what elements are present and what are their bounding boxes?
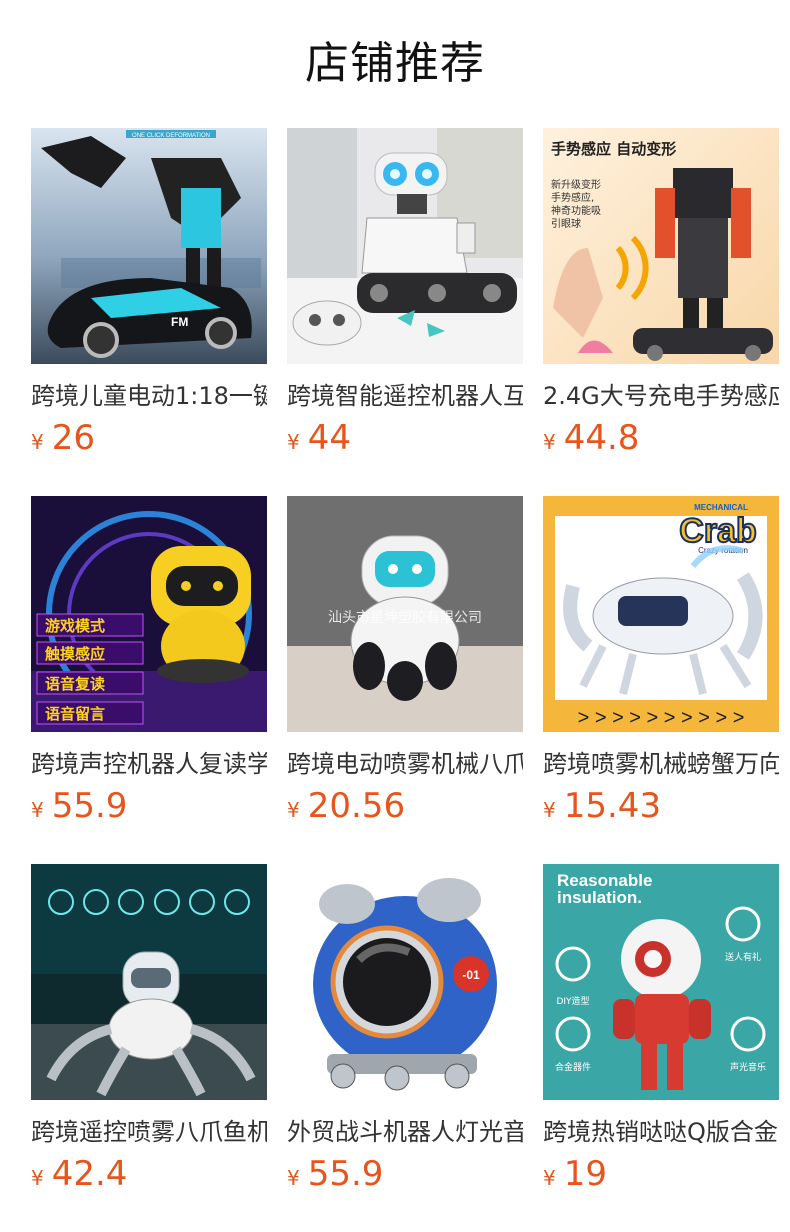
product-price: ¥19	[543, 1152, 779, 1196]
product-title[interactable]: 跨境喷雾机械螃蟹万向	[543, 746, 779, 782]
svg-text:合金器件: 合金器件	[555, 1061, 591, 1073]
price-currency: ¥	[31, 430, 44, 454]
product-image[interactable]: 手势感应 自动变形 新升级变形 手势感应, 神奇功能吸 引眼球	[543, 128, 779, 364]
price-value: 44.8	[563, 418, 640, 458]
price-currency: ¥	[287, 798, 300, 822]
price-value: 44	[307, 418, 351, 458]
svg-text:> > > > > > > > > >: > > > > > > > > > >	[578, 707, 745, 729]
price-value: 15.43	[563, 786, 662, 826]
price-value: 55.9	[51, 786, 128, 826]
product-image[interactable]: MECHANICAL Crab Crazy rotation > > > > >…	[543, 496, 779, 732]
product-title[interactable]: 跨境热销哒哒Q版合金	[543, 1114, 779, 1150]
product-price: ¥55.9	[287, 1152, 523, 1196]
gesture-robot-image: 手势感应 自动变形 新升级变形 手势感应, 神奇功能吸 引眼球	[543, 128, 779, 364]
price-value: 55.9	[307, 1154, 384, 1194]
svg-text:FM: FM	[171, 315, 188, 329]
product-price: ¥55.9	[31, 784, 267, 828]
product-title[interactable]: 跨境儿童电动1:18一键	[31, 378, 267, 414]
svg-text:神奇功能吸: 神奇功能吸	[551, 204, 601, 217]
product-card[interactable]: 游戏模式 触摸感应 语音复读 语音留言 跨境声控机器人复读学 ¥55.9	[31, 496, 267, 836]
svg-text:语音复读: 语音复读	[45, 675, 105, 693]
price-value: 20.56	[307, 786, 406, 826]
product-price: ¥20.56	[287, 784, 523, 828]
product-title[interactable]: 外贸战斗机器人灯光音	[287, 1114, 523, 1150]
svg-text:汕头市星坤塑胶有限公司: 汕头市星坤塑胶有限公司	[328, 609, 482, 626]
svg-text:ONE CLICK DEFORMATION: ONE CLICK DEFORMATION	[132, 133, 210, 139]
price-currency: ¥	[31, 1166, 44, 1190]
product-card[interactable]: 跨境遥控喷雾八爪鱼机 ¥42.4	[31, 864, 267, 1204]
svg-text:手势感应,: 手势感应,	[551, 191, 594, 204]
product-card[interactable]: 汕头市星坤塑胶有限公司 跨境电动喷雾机械八爪 ¥20.56	[287, 496, 523, 836]
transform-car-robot-image: ONE CLICK DEFORMATION FM	[31, 128, 267, 364]
svg-text:声光音乐: 声光音乐	[730, 1061, 766, 1073]
svg-text:Crab: Crab	[679, 512, 756, 550]
product-price: ¥44	[287, 416, 523, 460]
product-price: ¥26	[31, 416, 267, 460]
product-card[interactable]: MECHANICAL Crab Crazy rotation > > > > >…	[543, 496, 779, 836]
product-image[interactable]	[31, 864, 267, 1100]
svg-text:游戏模式: 游戏模式	[45, 617, 105, 635]
product-title[interactable]: 跨境智能遥控机器人互	[287, 378, 523, 414]
price-currency: ¥	[543, 798, 556, 822]
price-value: 42.4	[51, 1154, 128, 1194]
product-card[interactable]: -01 外贸战斗机器人灯光音 ¥55.9	[287, 864, 523, 1204]
svg-text:-01: -01	[462, 968, 480, 982]
price-currency: ¥	[543, 430, 556, 454]
product-image[interactable]: -01	[287, 864, 523, 1100]
alloy-robot-image: Reasonable insulation. DIY造型 送人有礼 合金器件 声…	[543, 864, 779, 1100]
product-price: ¥15.43	[543, 784, 779, 828]
price-currency: ¥	[543, 1166, 556, 1190]
product-title[interactable]: 跨境声控机器人复读学	[31, 746, 267, 782]
tracked-robot-image	[287, 128, 523, 364]
product-price: ¥44.8	[543, 416, 779, 460]
price-value: 26	[51, 418, 95, 458]
svg-text:新升级变形: 新升级变形	[551, 178, 601, 191]
svg-text:手势感应 自动变形: 手势感应 自动变形	[551, 140, 676, 158]
crab-robot-image: MECHANICAL Crab Crazy rotation > > > > >…	[543, 496, 779, 732]
product-title[interactable]: 跨境电动喷雾机械八爪	[287, 746, 523, 782]
svg-text:DIY造型: DIY造型	[556, 995, 589, 1007]
svg-text:引眼球: 引眼球	[551, 217, 581, 230]
price-currency: ¥	[31, 798, 44, 822]
product-card[interactable]: ONE CLICK DEFORMATION FM 跨境儿童电动1:18一键 ¥2…	[31, 128, 267, 468]
product-title[interactable]: 跨境遥控喷雾八爪鱼机	[31, 1114, 267, 1150]
price-value: 19	[563, 1154, 607, 1194]
product-card[interactable]: Reasonable insulation. DIY造型 送人有礼 合金器件 声…	[543, 864, 779, 1204]
voice-robot-image: 游戏模式 触摸感应 语音复读 语音留言	[31, 496, 267, 732]
product-image[interactable]: 游戏模式 触摸感应 语音复读 语音留言	[31, 496, 267, 732]
page-title: 店铺推荐	[305, 38, 485, 89]
product-title[interactable]: 2.4G大号充电手势感应	[543, 378, 779, 414]
product-card[interactable]: 手势感应 自动变形 新升级变形 手势感应, 神奇功能吸 引眼球 2.4G大号充电…	[543, 128, 779, 468]
svg-text:insulation.: insulation.	[557, 888, 642, 907]
product-image[interactable]: ONE CLICK DEFORMATION FM	[31, 128, 267, 364]
price-currency: ¥	[287, 430, 300, 454]
svg-text:送人有礼: 送人有礼	[725, 951, 761, 963]
svg-text:触摸感应: 触摸感应	[45, 645, 105, 663]
price-currency: ¥	[287, 1166, 300, 1190]
product-price: ¥42.4	[31, 1152, 267, 1196]
svg-text:语音留言: 语音留言	[45, 705, 105, 723]
battle-robot-image: -01	[287, 864, 523, 1100]
rc-octopus-image	[31, 864, 267, 1100]
product-image[interactable]: Reasonable insulation. DIY造型 送人有礼 合金器件 声…	[543, 864, 779, 1100]
product-image[interactable]	[287, 128, 523, 364]
octopus-robot-image: 汕头市星坤塑胶有限公司	[287, 496, 523, 732]
product-card[interactable]: 跨境智能遥控机器人互 ¥44	[287, 128, 523, 468]
svg-text:MECHANICAL: MECHANICAL	[694, 503, 748, 512]
product-image[interactable]: 汕头市星坤塑胶有限公司	[287, 496, 523, 732]
